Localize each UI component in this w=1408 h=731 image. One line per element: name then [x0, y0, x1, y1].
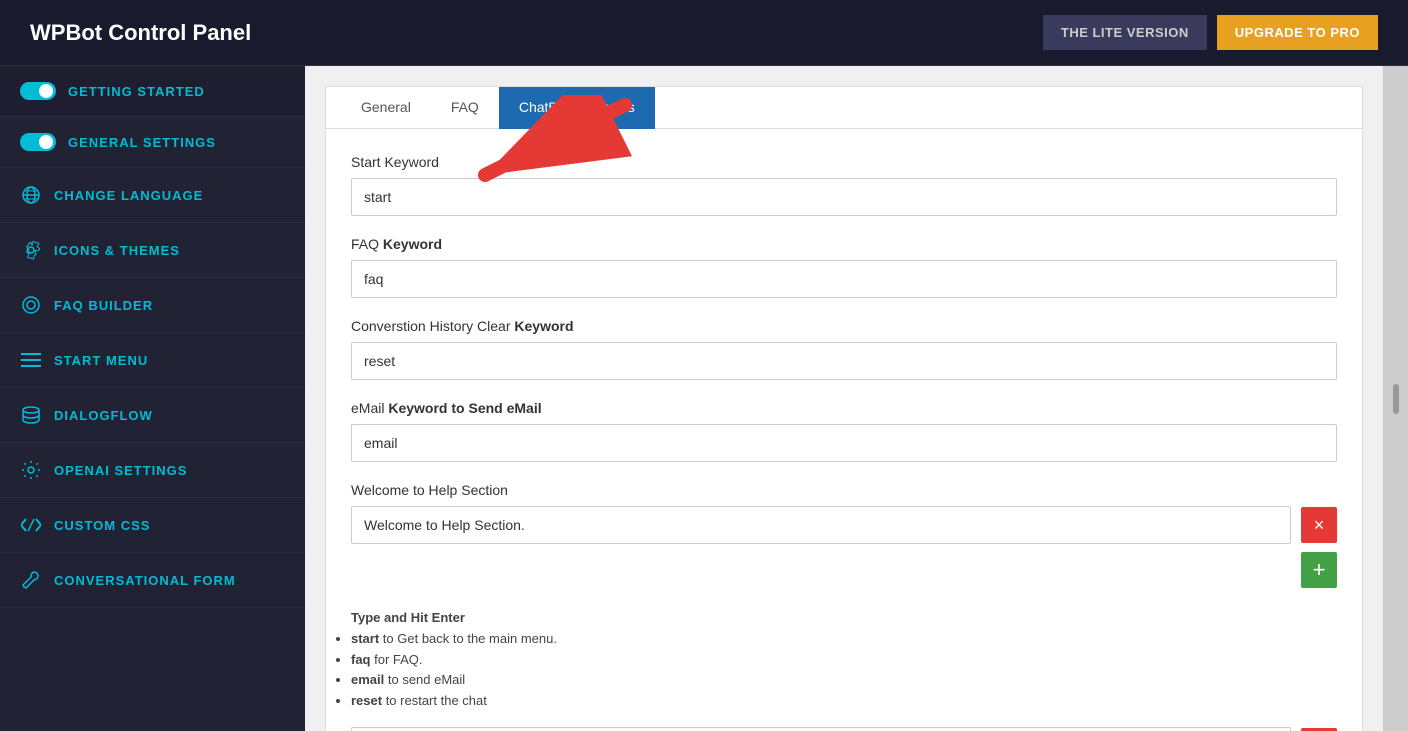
- tab-general[interactable]: General: [341, 87, 431, 129]
- sidebar: GETTING STARTED GENERAL SETTINGS CHANGE …: [0, 66, 305, 731]
- main-content: General FAQ ChatBot Keywords Start Keywo…: [305, 66, 1383, 731]
- tab-chatbot-keywords[interactable]: ChatBot Keywords: [499, 87, 655, 129]
- sidebar-label-conversational-form: CONVERSATIONAL FORM: [54, 573, 236, 588]
- history-keyword-label: Converstion History Clear Keyword: [351, 318, 1337, 334]
- welcome-label: Welcome to Help Section: [351, 482, 1337, 498]
- sidebar-label-openai-settings: OPENAI SETTINGS: [54, 463, 187, 478]
- add-btn-row: +: [351, 544, 1337, 588]
- right-handle: [1393, 384, 1399, 414]
- sidebar-label-general-settings: GENERAL SETTINGS: [68, 135, 216, 150]
- welcome-row: ×: [351, 506, 1337, 544]
- app-title: WPBot Control Panel: [30, 20, 251, 46]
- faq-keyword-input[interactable]: [351, 260, 1337, 298]
- history-keyword-input[interactable]: [351, 342, 1337, 380]
- sidebar-label-getting-started: GETTING STARTED: [68, 84, 205, 99]
- email-keyword-label: eMail Keyword to Send eMail: [351, 400, 1337, 416]
- header-buttons: THE LITE VERSION UPGRADE TO PRO: [1043, 15, 1378, 50]
- sidebar-item-conversational-form[interactable]: CONVERSATIONAL FORM: [0, 553, 305, 608]
- sidebar-item-dialogflow[interactable]: DIALOGFLOW: [0, 388, 305, 443]
- sidebar-label-faq-builder: FAQ BUILDER: [54, 298, 153, 313]
- sidebar-label-icons-themes: ICONS & THEMES: [54, 243, 180, 258]
- sidebar-item-custom-css[interactable]: CUSTOM CSS: [0, 498, 305, 553]
- circle-icon: [20, 294, 42, 316]
- menu-icon: [20, 349, 42, 371]
- start-keyword-group: Start Keyword: [351, 154, 1337, 216]
- stack-icon: [20, 404, 42, 426]
- code-icon: [20, 514, 42, 536]
- form-content: Start Keyword FAQ Keyword Converstion Hi…: [326, 129, 1362, 731]
- header: WPBot Control Panel THE LITE VERSION UPG…: [0, 0, 1408, 66]
- sidebar-item-openai-settings[interactable]: OPENAI SETTINGS: [0, 443, 305, 498]
- welcome-remove-button[interactable]: ×: [1301, 507, 1337, 543]
- sidebar-item-faq-builder[interactable]: FAQ BUILDER: [0, 278, 305, 333]
- bottom-input-row: ×: [351, 727, 1337, 731]
- right-panel: [1383, 66, 1408, 731]
- sidebar-item-general-settings[interactable]: GENERAL SETTINGS: [0, 117, 305, 168]
- sidebar-item-start-menu[interactable]: START MENU: [0, 333, 305, 388]
- upgrade-button[interactable]: UPGRADE TO PRO: [1217, 15, 1378, 50]
- sidebar-label-dialogflow: DIALOGFLOW: [54, 408, 153, 423]
- welcome-input[interactable]: [351, 506, 1291, 544]
- layout: GETTING STARTED GENERAL SETTINGS CHANGE …: [0, 66, 1408, 731]
- email-keyword-input[interactable]: [351, 424, 1337, 462]
- sidebar-item-icons-themes[interactable]: ICONS & THEMES: [0, 223, 305, 278]
- sidebar-label-start-menu: START MENU: [54, 353, 148, 368]
- content-panel: General FAQ ChatBot Keywords Start Keywo…: [325, 86, 1363, 731]
- gear-icon-2: [20, 459, 42, 481]
- lite-version-button[interactable]: THE LITE VERSION: [1043, 15, 1207, 50]
- sidebar-item-change-language[interactable]: CHANGE LANGUAGE: [0, 168, 305, 223]
- wrench-icon: [20, 569, 42, 591]
- sidebar-label-change-language: CHANGE LANGUAGE: [54, 188, 203, 203]
- email-keyword-group: eMail Keyword to Send eMail: [351, 400, 1337, 462]
- start-keyword-input[interactable]: [351, 178, 1337, 216]
- faq-keyword-group: FAQ Keyword: [351, 236, 1337, 298]
- toggle-on-icon: [20, 82, 56, 100]
- welcome-group: Welcome to Help Section × +: [351, 482, 1337, 588]
- bottom-input[interactable]: [351, 727, 1291, 731]
- info-text: Type and Hit Enter start to Get back to …: [351, 608, 1337, 712]
- globe-icon: [20, 184, 42, 206]
- tab-faq[interactable]: FAQ: [431, 87, 499, 129]
- start-keyword-label: Start Keyword: [351, 154, 1337, 170]
- faq-keyword-label: FAQ Keyword: [351, 236, 1337, 252]
- gear-icon: [20, 239, 42, 261]
- sidebar-label-custom-css: CUSTOM CSS: [54, 518, 150, 533]
- history-keyword-group: Converstion History Clear Keyword: [351, 318, 1337, 380]
- welcome-add-button[interactable]: +: [1301, 552, 1337, 588]
- toggle-on-icon-2: [20, 133, 56, 151]
- tab-bar: General FAQ ChatBot Keywords: [326, 87, 1362, 129]
- sidebar-item-getting-started[interactable]: GETTING STARTED: [0, 66, 305, 117]
